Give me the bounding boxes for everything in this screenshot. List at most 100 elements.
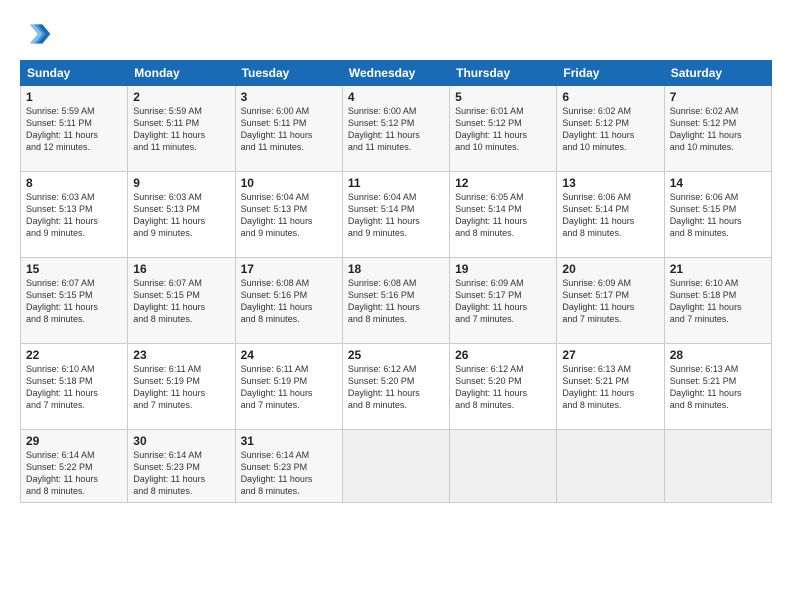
calendar-day-header: Tuesday (235, 61, 342, 86)
calendar-cell (664, 430, 771, 503)
day-number: 24 (241, 348, 337, 362)
calendar-cell: 4Sunrise: 6:00 AMSunset: 5:12 PMDaylight… (342, 86, 449, 172)
calendar-table: SundayMondayTuesdayWednesdayThursdayFrid… (20, 60, 772, 503)
day-number: 5 (455, 90, 551, 104)
day-info: Sunrise: 6:00 AMSunset: 5:11 PMDaylight:… (241, 105, 337, 154)
calendar-cell: 20Sunrise: 6:09 AMSunset: 5:17 PMDayligh… (557, 258, 664, 344)
day-info: Sunrise: 6:04 AMSunset: 5:13 PMDaylight:… (241, 191, 337, 240)
calendar-header-row: SundayMondayTuesdayWednesdayThursdayFrid… (21, 61, 772, 86)
day-number: 2 (133, 90, 229, 104)
day-number: 9 (133, 176, 229, 190)
day-info: Sunrise: 6:14 AMSunset: 5:23 PMDaylight:… (241, 449, 337, 498)
day-number: 11 (348, 176, 444, 190)
day-info: Sunrise: 6:08 AMSunset: 5:16 PMDaylight:… (348, 277, 444, 326)
calendar-cell: 28Sunrise: 6:13 AMSunset: 5:21 PMDayligh… (664, 344, 771, 430)
day-number: 20 (562, 262, 658, 276)
day-number: 26 (455, 348, 551, 362)
day-number: 15 (26, 262, 122, 276)
calendar-cell: 22Sunrise: 6:10 AMSunset: 5:18 PMDayligh… (21, 344, 128, 430)
logo-icon (20, 18, 52, 50)
header (20, 18, 772, 50)
day-info: Sunrise: 5:59 AMSunset: 5:11 PMDaylight:… (26, 105, 122, 154)
day-info: Sunrise: 6:03 AMSunset: 5:13 PMDaylight:… (26, 191, 122, 240)
calendar-cell: 14Sunrise: 6:06 AMSunset: 5:15 PMDayligh… (664, 172, 771, 258)
day-number: 16 (133, 262, 229, 276)
calendar-cell: 17Sunrise: 6:08 AMSunset: 5:16 PMDayligh… (235, 258, 342, 344)
calendar-cell: 31Sunrise: 6:14 AMSunset: 5:23 PMDayligh… (235, 430, 342, 503)
day-info: Sunrise: 6:09 AMSunset: 5:17 PMDaylight:… (562, 277, 658, 326)
day-info: Sunrise: 6:00 AMSunset: 5:12 PMDaylight:… (348, 105, 444, 154)
day-info: Sunrise: 6:13 AMSunset: 5:21 PMDaylight:… (562, 363, 658, 412)
calendar-week-row: 8Sunrise: 6:03 AMSunset: 5:13 PMDaylight… (21, 172, 772, 258)
day-info: Sunrise: 6:02 AMSunset: 5:12 PMDaylight:… (562, 105, 658, 154)
calendar-cell: 7Sunrise: 6:02 AMSunset: 5:12 PMDaylight… (664, 86, 771, 172)
calendar-cell (342, 430, 449, 503)
calendar-cell: 12Sunrise: 6:05 AMSunset: 5:14 PMDayligh… (450, 172, 557, 258)
day-number: 19 (455, 262, 551, 276)
calendar-cell: 16Sunrise: 6:07 AMSunset: 5:15 PMDayligh… (128, 258, 235, 344)
day-number: 23 (133, 348, 229, 362)
calendar-cell: 3Sunrise: 6:00 AMSunset: 5:11 PMDaylight… (235, 86, 342, 172)
day-info: Sunrise: 6:12 AMSunset: 5:20 PMDaylight:… (348, 363, 444, 412)
day-number: 3 (241, 90, 337, 104)
calendar-cell: 6Sunrise: 6:02 AMSunset: 5:12 PMDaylight… (557, 86, 664, 172)
day-number: 27 (562, 348, 658, 362)
day-number: 8 (26, 176, 122, 190)
calendar-cell: 11Sunrise: 6:04 AMSunset: 5:14 PMDayligh… (342, 172, 449, 258)
calendar-cell: 10Sunrise: 6:04 AMSunset: 5:13 PMDayligh… (235, 172, 342, 258)
calendar-cell: 29Sunrise: 6:14 AMSunset: 5:22 PMDayligh… (21, 430, 128, 503)
day-info: Sunrise: 5:59 AMSunset: 5:11 PMDaylight:… (133, 105, 229, 154)
day-number: 6 (562, 90, 658, 104)
day-info: Sunrise: 6:12 AMSunset: 5:20 PMDaylight:… (455, 363, 551, 412)
day-info: Sunrise: 6:06 AMSunset: 5:15 PMDaylight:… (670, 191, 766, 240)
day-number: 18 (348, 262, 444, 276)
day-info: Sunrise: 6:02 AMSunset: 5:12 PMDaylight:… (670, 105, 766, 154)
calendar-cell: 13Sunrise: 6:06 AMSunset: 5:14 PMDayligh… (557, 172, 664, 258)
day-info: Sunrise: 6:01 AMSunset: 5:12 PMDaylight:… (455, 105, 551, 154)
day-info: Sunrise: 6:10 AMSunset: 5:18 PMDaylight:… (26, 363, 122, 412)
day-number: 29 (26, 434, 122, 448)
calendar-cell: 27Sunrise: 6:13 AMSunset: 5:21 PMDayligh… (557, 344, 664, 430)
day-number: 1 (26, 90, 122, 104)
page: SundayMondayTuesdayWednesdayThursdayFrid… (0, 0, 792, 612)
logo (20, 18, 56, 50)
calendar-cell: 30Sunrise: 6:14 AMSunset: 5:23 PMDayligh… (128, 430, 235, 503)
day-info: Sunrise: 6:03 AMSunset: 5:13 PMDaylight:… (133, 191, 229, 240)
day-number: 25 (348, 348, 444, 362)
calendar-cell: 18Sunrise: 6:08 AMSunset: 5:16 PMDayligh… (342, 258, 449, 344)
calendar-cell: 23Sunrise: 6:11 AMSunset: 5:19 PMDayligh… (128, 344, 235, 430)
calendar-week-row: 1Sunrise: 5:59 AMSunset: 5:11 PMDaylight… (21, 86, 772, 172)
calendar-day-header: Saturday (664, 61, 771, 86)
calendar-cell: 8Sunrise: 6:03 AMSunset: 5:13 PMDaylight… (21, 172, 128, 258)
calendar-cell: 26Sunrise: 6:12 AMSunset: 5:20 PMDayligh… (450, 344, 557, 430)
day-number: 22 (26, 348, 122, 362)
day-info: Sunrise: 6:09 AMSunset: 5:17 PMDaylight:… (455, 277, 551, 326)
calendar-cell: 1Sunrise: 5:59 AMSunset: 5:11 PMDaylight… (21, 86, 128, 172)
day-number: 30 (133, 434, 229, 448)
calendar-week-row: 29Sunrise: 6:14 AMSunset: 5:22 PMDayligh… (21, 430, 772, 503)
day-number: 17 (241, 262, 337, 276)
day-info: Sunrise: 6:08 AMSunset: 5:16 PMDaylight:… (241, 277, 337, 326)
calendar-cell: 5Sunrise: 6:01 AMSunset: 5:12 PMDaylight… (450, 86, 557, 172)
day-number: 31 (241, 434, 337, 448)
day-number: 14 (670, 176, 766, 190)
day-info: Sunrise: 6:05 AMSunset: 5:14 PMDaylight:… (455, 191, 551, 240)
day-number: 21 (670, 262, 766, 276)
day-info: Sunrise: 6:06 AMSunset: 5:14 PMDaylight:… (562, 191, 658, 240)
day-info: Sunrise: 6:11 AMSunset: 5:19 PMDaylight:… (241, 363, 337, 412)
calendar-day-header: Sunday (21, 61, 128, 86)
calendar-cell: 2Sunrise: 5:59 AMSunset: 5:11 PMDaylight… (128, 86, 235, 172)
day-number: 10 (241, 176, 337, 190)
calendar-cell: 15Sunrise: 6:07 AMSunset: 5:15 PMDayligh… (21, 258, 128, 344)
calendar-day-header: Wednesday (342, 61, 449, 86)
day-number: 12 (455, 176, 551, 190)
day-info: Sunrise: 6:07 AMSunset: 5:15 PMDaylight:… (133, 277, 229, 326)
calendar-cell: 24Sunrise: 6:11 AMSunset: 5:19 PMDayligh… (235, 344, 342, 430)
day-info: Sunrise: 6:11 AMSunset: 5:19 PMDaylight:… (133, 363, 229, 412)
day-info: Sunrise: 6:10 AMSunset: 5:18 PMDaylight:… (670, 277, 766, 326)
day-number: 13 (562, 176, 658, 190)
calendar-week-row: 15 Sunrise: 6:07 AMSunset: 5:15 PMDayligh… (21, 258, 772, 344)
day-info: Sunrise: 6:14 AMSunset: 5:23 PMDaylight:… (133, 449, 229, 498)
calendar-week-row: 22Sunrise: 6:10 AMSunset: 5:18 PMDayligh… (21, 344, 772, 430)
day-info: Sunrise: 6:13 AMSunset: 5:21 PMDaylight:… (670, 363, 766, 412)
